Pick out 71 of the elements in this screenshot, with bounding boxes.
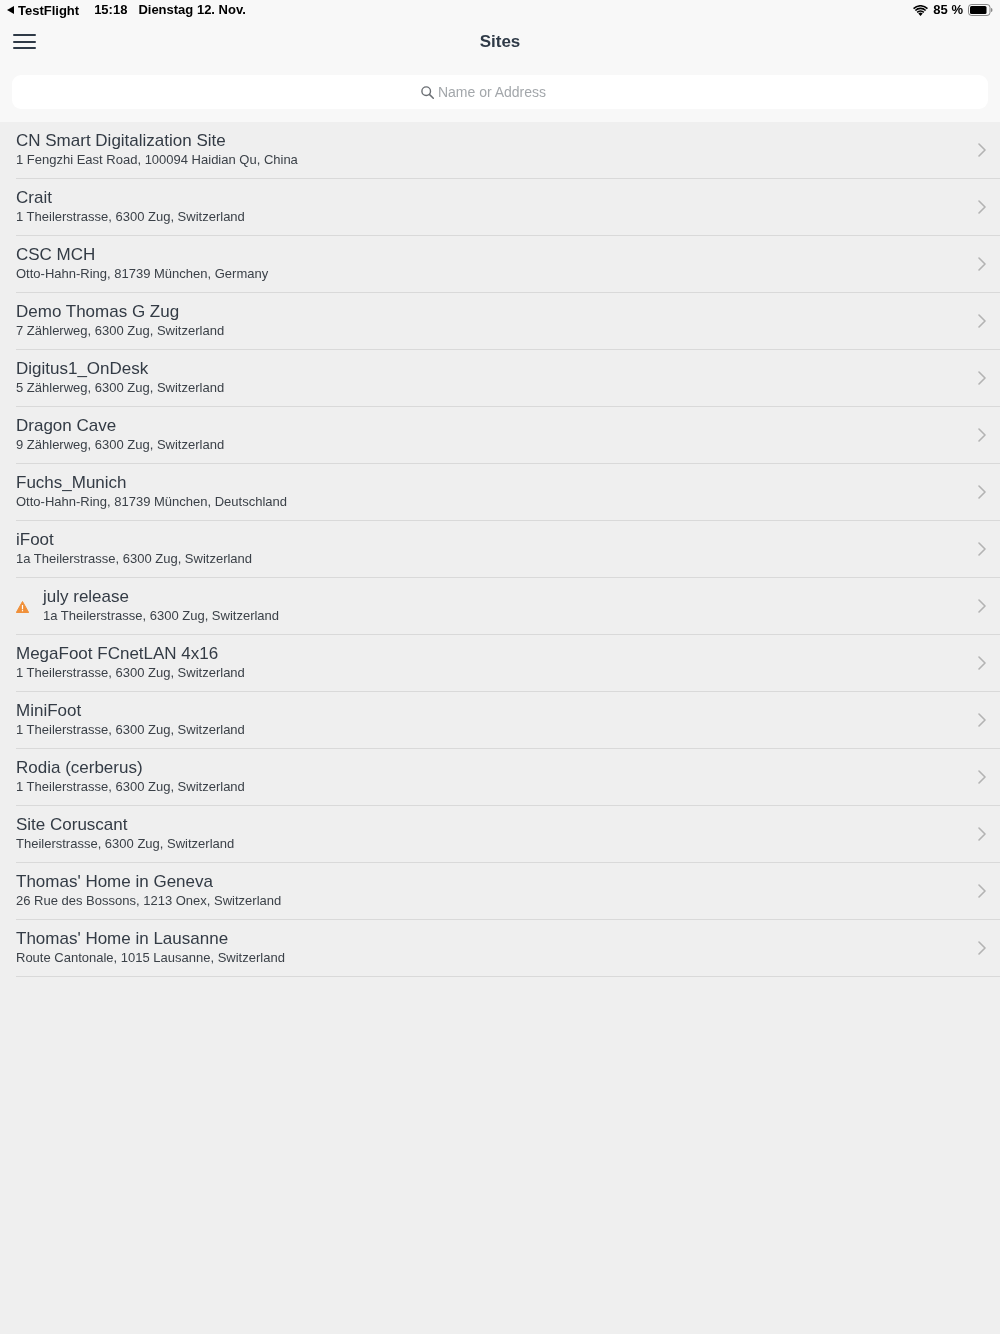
site-name: Thomas' Home in Geneva [16,872,214,892]
chevron-right-icon [978,884,986,898]
chevron-right-icon [978,257,986,271]
site-address: 1 Theilerstrasse, 6300 Zug, Switzerland [16,778,246,796]
site-address: 9 Zählerweg, 6300 Zug, Switzerland [16,436,226,454]
site-address: 1 Theilerstrasse, 6300 Zug, Switzerland [16,208,246,226]
site-address: Theilerstrasse, 6300 Zug, Switzerland [16,835,236,853]
site-name: CSC MCH [16,245,97,265]
site-name: Digitus1_OnDesk [16,359,150,379]
site-address: 1a Theilerstrasse, 6300 Zug, Switzerland [16,550,254,568]
chevron-right-icon [978,371,986,385]
chevron-right-icon [978,770,986,784]
site-list-item[interactable]: Crait 1 Theilerstrasse, 6300 Zug, Switzerland [0,179,1000,236]
site-list-item[interactable]: Demo Thomas G Zug 7 Zählerweg, 6300 Zug, Switzerland [0,293,1000,350]
search-icon [421,86,434,99]
site-list-item[interactable]: Dragon Cave 9 Zählerweg, 6300 Zug, Switzerland [0,407,1000,464]
battery-icon [968,4,993,16]
status-time: 15:18 [94,1,128,20]
chevron-right-icon [978,428,986,442]
site-address: 26 Rue des Bossons, 1213 Onex, Switzerland [16,892,283,910]
site-address: Otto-Hahn-Ring, 81739 München, Germany [16,265,270,283]
site-name: Demo Thomas G Zug [16,302,181,322]
site-list-item[interactable]: CSC MCH Otto-Hahn-Ring, 81739 München, Germany [0,236,1000,293]
chevron-right-icon [978,713,986,727]
chevron-right-icon [978,485,986,499]
site-name: Thomas' Home in Lausanne [16,929,230,949]
site-name: july release [43,587,130,607]
site-list-item[interactable]: MegaFoot FCnetLAN 4x16 1 Theilerstrasse, 6300 Zug, Switzerland [0,635,1000,692]
menu-icon[interactable] [13,34,36,49]
status-date: Dienstag 12. Nov. [138,1,246,20]
battery-percentage: 85 % [933,1,963,20]
site-name: Dragon Cave [16,416,118,436]
site-name: Fuchs_Munich [16,473,128,493]
site-address: Otto-Hahn-Ring, 81739 München, Deutschland [16,493,288,511]
chevron-right-icon [978,143,986,157]
site-name: Crait [16,188,53,208]
site-address: 1a Theilerstrasse, 6300 Zug, Switzerland [43,607,281,625]
chevron-right-icon [978,827,986,841]
site-name: iFoot [16,530,55,550]
wifi-icon [913,4,929,16]
search-field[interactable]: Name or Address [12,75,988,109]
chevron-right-icon [978,599,986,613]
site-list-item[interactable]: Digitus1_OnDesk 5 Zählerweg, 6300 Zug, Switzerland [0,350,1000,407]
site-list-item[interactable]: Thomas' Home in Lausanne Route Cantonale, 1015 Lausanne, Switzerland [0,920,1000,977]
chevron-right-icon [978,200,986,214]
chevron-right-icon [978,656,986,670]
site-address: 5 Zählerweg, 6300 Zug, Switzerland [16,379,226,397]
chevron-right-icon [978,542,986,556]
site-address: 1 Fengzhi East Road, 100094 Haidian Qu, China [16,151,299,169]
site-name: Site Coruscant [16,815,129,835]
site-address: 1 Theilerstrasse, 6300 Zug, Switzerland [16,721,246,739]
chevron-right-icon [978,314,986,328]
site-list-item[interactable]: iFoot 1a Theilerstrasse, 6300 Zug, Switzerland [0,521,1000,578]
site-list-item[interactable]: Thomas' Home in Geneva 26 Rue des Bossons, 1213 Onex, Switzerland [0,863,1000,920]
site-list-item[interactable]: CN Smart Digitalization Site 1 Fengzhi East Road, 100094 Haidian Qu, China [0,122,1000,179]
back-triangle-icon [7,6,14,14]
site-list-item[interactable]: Fuchs_Munich Otto-Hahn-Ring, 81739 München, Deutschland [0,464,1000,521]
site-list-item[interactable]: Rodia (cerberus) 1 Theilerstrasse, 6300 Zug, Switzerland [0,749,1000,806]
site-list-item[interactable]: july release 1a Theilerstrasse, 6300 Zug, Switzerland [0,578,1000,635]
chevron-right-icon [978,941,986,955]
site-name: CN Smart Digitalization Site [16,131,227,151]
site-list-item[interactable]: MiniFoot 1 Theilerstrasse, 6300 Zug, Switzerland [0,692,1000,749]
site-list-item[interactable]: Site Coruscant Theilerstrasse, 6300 Zug, Switzerland [0,806,1000,863]
site-address: 7 Zählerweg, 6300 Zug, Switzerland [16,322,226,340]
site-address: 1 Theilerstrasse, 6300 Zug, Switzerland [16,664,246,682]
back-to-app-link[interactable]: TestFlight [7,3,80,17]
site-name: Rodia (cerberus) [16,758,144,778]
site-name: MiniFoot [16,701,83,721]
site-address: Route Cantonale, 1015 Lausanne, Switzerland [16,949,286,967]
site-name: MegaFoot FCnetLAN 4x16 [16,644,220,664]
page-title: Sites [479,30,521,53]
